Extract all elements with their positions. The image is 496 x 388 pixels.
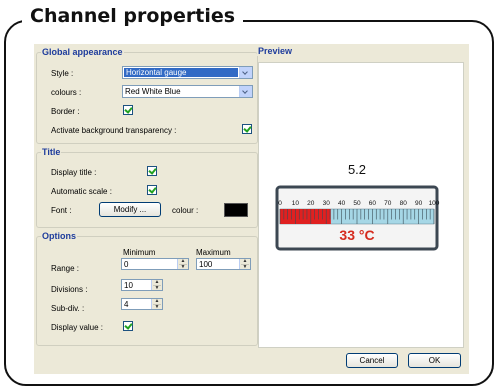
gauge-tick-label: 100 [429, 200, 440, 207]
minimum-label: Minimum [123, 248, 156, 257]
subdiv-value: 4 [124, 300, 129, 309]
title-colour-swatch[interactable] [224, 203, 248, 217]
gauge-tick-label: 90 [415, 200, 423, 207]
display-title-label: Display title : [51, 168, 97, 177]
ok-button[interactable]: OK [408, 353, 461, 368]
font-label: Font : [51, 206, 72, 215]
range-max-spinner[interactable]: 100 ▲ ▼ [196, 258, 251, 270]
spinner-arrows-icon[interactable]: ▲ ▼ [239, 259, 250, 270]
gauge-tick-label: 80 [400, 200, 408, 207]
gauge-tick-label: 40 [338, 200, 346, 207]
auto-scale-label: Automatic scale : [51, 187, 112, 196]
preview-area: 5.2 0 10 20 30 40 50 60 70 80 90 100 33 °C [258, 62, 464, 348]
maximum-label: Maximum [196, 248, 231, 257]
gauge-reading: 33 °C [339, 227, 374, 243]
auto-scale-checkbox[interactable] [147, 185, 157, 195]
divisions-spinner[interactable]: 10 ▲ ▼ [121, 279, 163, 291]
title-group: Title Display title : Automatic scale : … [36, 147, 258, 228]
global-appearance-legend: Global appearance [41, 47, 124, 57]
border-checkbox[interactable] [123, 105, 133, 115]
style-label: Style : [51, 69, 74, 78]
gauge-tick-label: 0 [278, 200, 282, 207]
gauge-tick-label: 70 [384, 200, 392, 207]
gauge-tick-label: 20 [307, 200, 315, 207]
gauge-tick-label: 50 [353, 200, 361, 207]
dialog: Global appearance Style : Horizontal gau… [34, 44, 469, 374]
gauge-tick-label: 30 [323, 200, 331, 207]
range-max-value: 100 [199, 260, 213, 269]
global-appearance-group: Global appearance Style : Horizontal gau… [36, 47, 258, 144]
preview-group: Preview 5.2 0 10 20 30 40 50 60 70 80 90 100 33 °C [256, 46, 465, 351]
gauge-tick-label: 60 [369, 200, 377, 207]
gauge-title-value: 5.2 [348, 162, 366, 177]
border-label: Border : [51, 107, 80, 116]
colours-select[interactable]: Red White Blue [122, 85, 253, 98]
colours-value: Red White Blue [125, 87, 181, 96]
gauge-tick-label: 10 [292, 200, 300, 207]
range-min-spinner[interactable]: 0 ▲ ▼ [121, 258, 189, 270]
colours-label: colours : [51, 88, 82, 97]
display-value-checkbox[interactable] [123, 321, 133, 331]
style-value: Horizontal gauge [124, 68, 238, 77]
frame-title: Channel properties [22, 5, 244, 27]
preview-legend: Preview [257, 46, 294, 56]
range-label: Range : [51, 264, 80, 273]
range-min-value: 0 [124, 260, 129, 269]
cancel-button[interactable]: Cancel [346, 353, 398, 368]
title-legend: Title [41, 147, 62, 157]
style-select[interactable]: Horizontal gauge [122, 66, 253, 79]
subdiv-spinner[interactable]: 4 ▲ ▼ [121, 298, 163, 310]
spinner-arrows-icon[interactable]: ▲ ▼ [151, 299, 162, 310]
divisions-label: Divisions : [51, 285, 88, 294]
chevron-down-icon[interactable] [239, 86, 252, 97]
display-value-label: Display value : [51, 323, 104, 332]
transparency-checkbox[interactable] [242, 124, 252, 134]
divisions-value: 10 [124, 281, 133, 290]
subdiv-label: Sub-div. : [51, 304, 85, 313]
chevron-down-icon[interactable] [239, 67, 252, 78]
modify-font-button[interactable]: Modify ... [99, 202, 161, 217]
display-title-checkbox[interactable] [147, 166, 157, 176]
transparency-label: Activate background transparency : [51, 126, 177, 135]
gauge-preview: 5.2 0 10 20 30 40 50 60 70 80 90 100 33 °C [275, 162, 440, 251]
spinner-arrows-icon[interactable]: ▲ ▼ [177, 259, 188, 270]
spinner-arrows-icon[interactable]: ▲ ▼ [151, 280, 162, 291]
options-legend: Options [41, 231, 77, 241]
colour-label: colour : [172, 206, 199, 215]
options-group: Options Minimum Maximum Range : 0 ▲ ▼ 100… [36, 231, 258, 346]
